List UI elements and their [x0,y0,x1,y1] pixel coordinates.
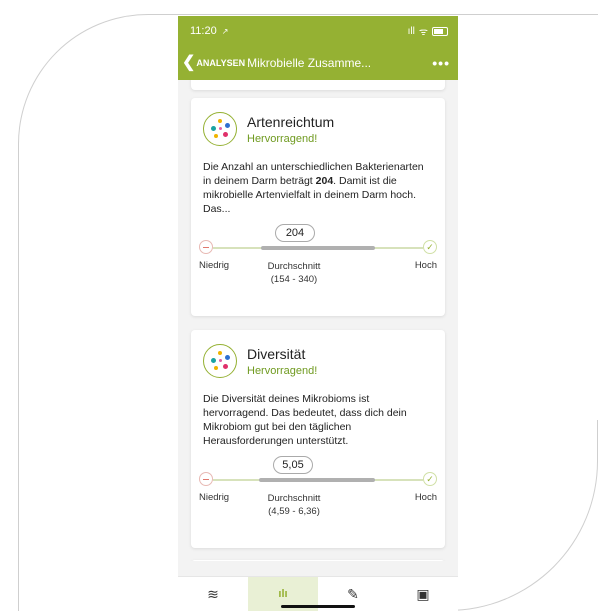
layers-icon: ≋ [207,585,219,602]
home-indicator [281,605,355,608]
minus-icon [199,472,213,486]
tab-layers[interactable]: ≋ [178,577,248,611]
value-bubble: 204 [275,224,315,242]
check-icon: ✓ [423,472,437,486]
card-header: Diversität Hervorragend! [191,330,445,378]
average-label-group: Durchschnitt (4,59 - 6,36) [249,492,339,518]
check-icon: ✓ [423,240,437,254]
minus-icon [199,240,213,254]
kit-icon: ▣ [416,585,430,602]
pen-icon: ✎ [347,585,359,602]
low-label: Niedrig [199,260,230,271]
wifi-icon: ᯤ [418,27,428,38]
metric-card-diversity[interactable]: Diversität Hervorragend! Die Diversität … [191,330,445,548]
card-rating: Hervorragend! [247,133,318,145]
signal-icon: ıll [407,25,415,37]
card-description: Die Anzahl an unterschiedlichen Bakterie… [191,146,445,216]
status-time: 11:20 [190,25,217,37]
description-highlight: 204 [315,175,334,187]
card-header-text: Artenreichtum Hervorragend! [247,112,334,145]
status-icons: ıll ᯤ [408,24,448,38]
tab-kit[interactable]: ▣ [388,577,458,611]
average-range: (4,59 - 6,36) [268,506,320,517]
back-label: ANALYSEN [196,58,246,68]
nav-bar: ❮ ANALYSEN Mikrobielle Zusamme... ••• [178,46,458,80]
back-button[interactable]: ❮ ANALYSEN [182,55,245,71]
phone-screen: 11:20 ↗ ıll ᯤ ❮ ANALYSEN Mikrobielle Zus… [178,16,458,611]
average-label: Durchschnitt [267,261,321,272]
status-bar: 11:20 ↗ ıll ᯤ [178,16,458,46]
bacteria-dots-icon [203,344,237,378]
high-label: Hoch [414,260,437,271]
high-label: Hoch [414,492,437,503]
page-title: Mikrobielle Zusamme... [247,56,372,70]
tab-bar: ≋ ılı ✎ ▣ [178,576,458,611]
more-options-icon[interactable]: ••• [432,55,450,71]
average-range-bar [259,478,375,482]
chevron-left-icon: ❮ [182,54,196,71]
range-meter: ✓ 204 Niedrig Durchschnitt (154 - 340) H… [191,224,445,286]
bacteria-dots-icon [203,112,237,146]
card-rating: Hervorragend! [247,365,318,377]
low-label: Niedrig [199,492,230,503]
bar-chart-icon: ılı [278,588,288,600]
card-title: Artenreichtum [247,114,335,130]
average-label-group: Durchschnitt (154 - 340) [249,260,339,286]
metric-card-species-richness[interactable]: Artenreichtum Hervorragend! Die Anzahl a… [191,98,445,316]
value-bubble: 5,05 [273,456,313,474]
average-range: (154 - 340) [270,274,318,285]
card-description: Die Diversität deines Mikrobioms ist her… [203,393,407,447]
card-header: Artenreichtum Hervorragend! [191,98,445,146]
battery-icon [432,26,448,36]
average-label: Durchschnitt [267,493,321,504]
location-arrow-icon: ↗ [221,27,229,36]
scroll-content[interactable]: Artenreichtum Hervorragend! Die Anzahl a… [178,80,458,561]
next-card [191,560,445,561]
card-title: Diversität [247,346,306,362]
status-time-group: 11:20 ↗ [190,25,228,37]
range-meter: ✓ 5,05 Niedrig Durchschnitt (4,59 - 6,36… [191,456,445,518]
average-range-bar [261,246,375,250]
card-header-text: Diversität Hervorragend! [247,344,317,377]
previous-card [191,80,445,90]
